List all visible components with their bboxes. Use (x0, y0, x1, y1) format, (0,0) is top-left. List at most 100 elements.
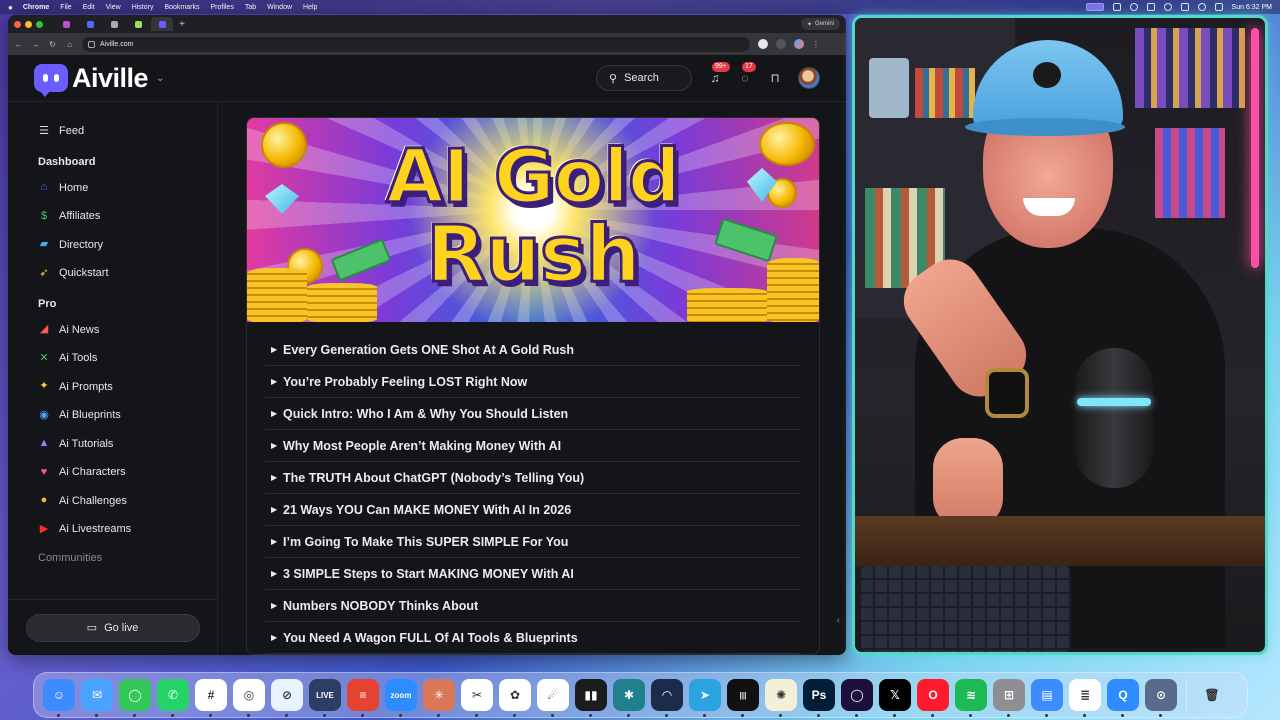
chapter-item[interactable]: ▶ Why Most People Aren’t Making Money Wit… (265, 430, 801, 462)
trash-icon[interactable]: 🗑 (1196, 679, 1228, 711)
spotlight-icon[interactable] (1197, 3, 1206, 11)
brand-name[interactable]: Aiville (72, 63, 149, 94)
sidebar-item-ai-tools[interactable]: ✕ Ai Tools (8, 344, 217, 373)
sidebar-item-ai-prompts[interactable]: ✦ Ai Prompts (8, 373, 217, 402)
menu-tab[interactable]: Tab (245, 4, 256, 11)
finder-icon[interactable]: ☺ (43, 679, 75, 717)
orb-icon[interactable]: ◯ (841, 679, 873, 717)
photoshop-icon[interactable]: Ps (803, 679, 835, 717)
q-app-icon[interactable]: Q (1107, 679, 1139, 717)
chapter-item[interactable]: ▶ 3 SIMPLE Steps to Start MAKING MONEY Wi… (265, 558, 801, 590)
perplexity-icon[interactable]: ✱ (613, 679, 645, 717)
sidebar-item-home[interactable]: ⌂ Home (8, 174, 217, 203)
todoist-icon[interactable]: ≡ (347, 679, 379, 717)
wifi-icon[interactable] (1180, 3, 1189, 11)
pineapple-icon[interactable]: ✺ (765, 679, 797, 717)
chapter-item[interactable]: ▶ The TRUTH About ChatGPT (Nobody’s Telli… (265, 462, 801, 494)
sidebar-item-feed[interactable]: ☰ Feed (8, 117, 217, 146)
gemini-button[interactable]: ✦ Gemini (800, 18, 840, 30)
wave-app-icon[interactable]: ◠ (651, 679, 683, 717)
chatgpt-icon[interactable]: ✿ (499, 679, 531, 717)
new-tab-button[interactable]: + (175, 17, 189, 31)
menu-bookmarks[interactable]: Bookmarks (164, 4, 199, 11)
aiville-logo-icon[interactable] (34, 64, 68, 97)
forward-arrow-icon[interactable]: → (31, 40, 40, 49)
sidebar-item-ai-tutorials[interactable]: ▲ Ai Tutorials (8, 430, 217, 459)
waveform-icon[interactable]: ||| (727, 679, 759, 717)
chapter-item[interactable]: ▶ Numbers NOBODY Thinks About (265, 590, 801, 622)
go-live-button[interactable]: ▭ Go live (25, 613, 200, 642)
menu-view[interactable]: View (106, 4, 121, 11)
browser-tab-2[interactable] (79, 17, 101, 31)
address-bar[interactable]: Aiville.com (82, 36, 750, 52)
chapter-item[interactable]: ▶ Every Generation Gets ONE Shot At A Gol… (265, 334, 801, 366)
close-window-button[interactable] (14, 20, 21, 28)
back-arrow-icon[interactable]: ← (14, 40, 23, 49)
sidebar-item-ai-challenges[interactable]: ● Ai Challenges (8, 487, 217, 516)
apple-menu-icon[interactable]: ● (8, 3, 13, 12)
notifications-button[interactable]: ♫ 99+ (708, 62, 730, 85)
sidebar-item-ai-blueprints[interactable]: ◉ Ai Blueprints (8, 401, 217, 430)
status-control-icon[interactable] (1146, 3, 1155, 11)
audio-icon[interactable]: ▮▮ (575, 679, 607, 717)
chrome-icon[interactable]: ◎ (233, 679, 265, 717)
browser-tab-active[interactable] (151, 17, 173, 31)
chapter-item[interactable]: ▶ You’re Probably Feeling LOST Right Now (265, 366, 801, 398)
calculator-icon[interactable]: ⊞ (993, 679, 1025, 717)
menu-file[interactable]: File (60, 4, 71, 11)
chevron-left-icon[interactable]: ‹ (837, 615, 840, 626)
sidebar-item-directory[interactable]: ▰ Directory (8, 231, 217, 260)
menu-app-name[interactable]: Chrome (23, 4, 49, 11)
x-icon[interactable]: 𝕏 (879, 679, 911, 717)
minimize-window-button[interactable] (25, 20, 32, 28)
menu-edit[interactable]: Edit (83, 4, 95, 11)
sidebar-item-quickstart[interactable]: ➶ Quickstart (8, 259, 217, 288)
mail-icon[interactable]: ✉ (81, 679, 113, 717)
browser-tab-1[interactable] (55, 17, 77, 31)
safari-icon[interactable]: ⊘ (271, 679, 303, 717)
menu-clock[interactable]: Sun 6:32 PM (1232, 4, 1272, 11)
sidebar-item-ai-livestreams[interactable]: ▶ Ai Livestreams (8, 515, 217, 544)
sidebar-item-ai-characters[interactable]: ♥ Ai Characters (8, 458, 217, 487)
spotify-icon[interactable]: ≋ (955, 679, 987, 717)
home-icon[interactable]: ⌂ (65, 40, 74, 49)
messages-button[interactable]: ◌ 17 (738, 62, 756, 85)
status-record-icon[interactable] (1129, 3, 1138, 11)
capcut-icon[interactable]: ✂ (461, 679, 493, 717)
opera-icon[interactable]: O (917, 679, 949, 717)
browser-menu-icon[interactable]: ⋮ (812, 40, 820, 49)
telegram-icon[interactable]: ➤ (689, 679, 721, 717)
files-icon[interactable]: ▤ (1031, 679, 1063, 717)
extensions-puzzle-icon[interactable] (776, 39, 786, 49)
status-user-icon[interactable] (1163, 3, 1172, 11)
search-button[interactable]: ⚲ Search (596, 65, 692, 91)
zoom-window-button[interactable] (36, 20, 43, 28)
grok-icon[interactable]: ☄ (537, 679, 569, 717)
status-grid-icon[interactable] (1112, 3, 1121, 11)
messages-icon[interactable]: ◯ (119, 679, 151, 717)
whatsapp-icon[interactable]: ✆ (157, 679, 189, 717)
browser-tab-4[interactable] (127, 17, 149, 31)
zoom-icon[interactable]: zoom (385, 679, 417, 717)
menu-window[interactable]: Window (267, 4, 292, 11)
bookmarks-button[interactable]: ⊓ (768, 71, 782, 85)
control-center-icon[interactable] (1214, 3, 1223, 11)
status-app-icon[interactable] (1085, 3, 1104, 11)
live-app-icon[interactable]: LIVE (309, 679, 341, 717)
chevron-down-icon[interactable]: ⌄ (156, 73, 164, 84)
claude-icon[interactable]: ✳ (423, 679, 455, 717)
chapter-item[interactable]: ▶ 21 Ways YOU Can MAKE MONEY With AI In 2… (265, 494, 801, 526)
disk-utility-icon[interactable]: ⊙ (1145, 679, 1177, 717)
chapter-item[interactable]: ▶ Quick Intro: Who I Am & Why You Should … (265, 398, 801, 430)
profile-icon[interactable] (794, 39, 804, 49)
sidebar-item-affiliates[interactable]: $ Affiliates (8, 202, 217, 231)
chapter-item[interactable]: ▶ You Need A Wagon FULL Of AI Tools & Blu… (265, 622, 801, 654)
menu-help[interactable]: Help (303, 4, 317, 11)
notes-icon[interactable]: ≣ (1069, 679, 1101, 717)
reload-icon[interactable]: ↻ (48, 40, 57, 49)
site-info-icon[interactable] (88, 40, 95, 48)
chapter-item[interactable]: ▶ I’m Going To Make This SUPER SIMPLE For… (265, 526, 801, 558)
avatar[interactable] (798, 67, 820, 89)
menu-profiles[interactable]: Profiles (210, 4, 233, 11)
menu-history[interactable]: History (132, 4, 154, 11)
